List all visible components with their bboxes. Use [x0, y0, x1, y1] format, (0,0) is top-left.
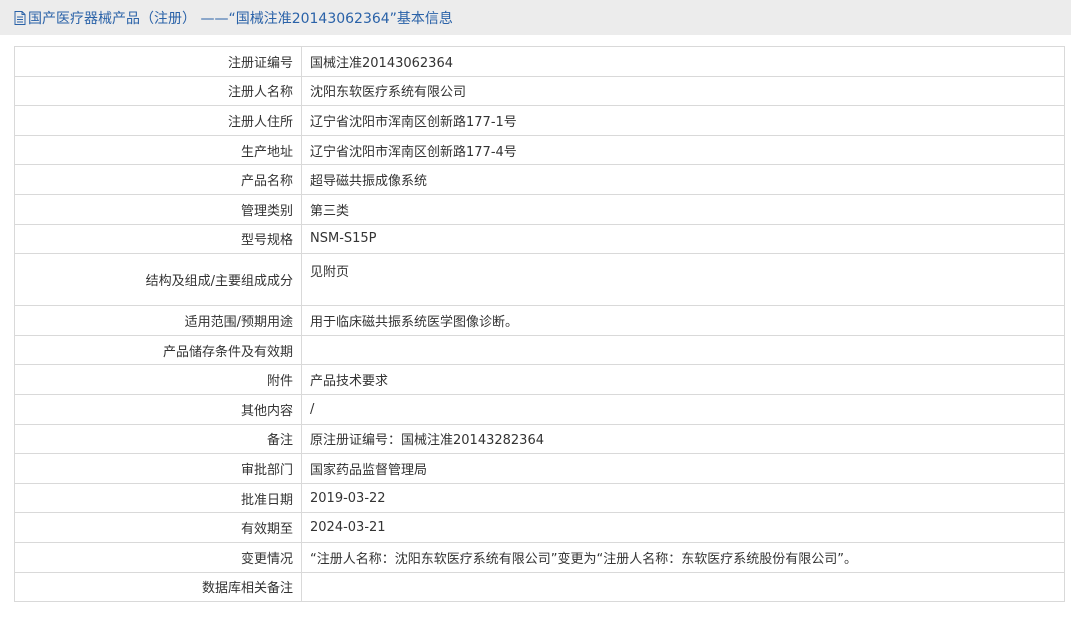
table-row: 型号规格 NSM-S15P: [14, 223, 1065, 255]
row-value: 沈阳东软医疗系统有限公司: [301, 75, 1065, 107]
table-row: 批准日期 2019-03-22: [14, 482, 1065, 514]
table-row: 管理类别 第三类: [14, 193, 1065, 225]
table-row: 备注 原注册证编号：国械注准20143282364: [14, 423, 1065, 455]
row-label: 生产地址: [14, 134, 302, 166]
table-row: 注册人住所 辽宁省沈阳市浑南区创新路177-1号: [14, 105, 1065, 136]
row-label: 变更情况: [14, 541, 302, 573]
row-label: 数据库相关备注: [14, 571, 302, 603]
row-value: “注册人名称：沈阳东软医疗系统有限公司”变更为“注册人名称：东软医疗系统股份有限…: [301, 541, 1065, 573]
table-row: 生产地址 辽宁省沈阳市浑南区创新路177-4号: [14, 134, 1065, 166]
page-header: 国产医疗器械产品（注册） ——“国械注准20143062364”基本信息: [0, 0, 1071, 35]
page: 国产医疗器械产品（注册） ——“国械注准20143062364”基本信息 注册证…: [0, 0, 1071, 631]
document-icon: [14, 10, 26, 25]
row-value: 见附页: [301, 253, 1065, 307]
table-row: 产品储存条件及有效期: [14, 334, 1065, 366]
row-label: 备注: [14, 423, 302, 455]
page-title: 国产医疗器械产品（注册） ——“国械注准20143062364”基本信息: [28, 10, 453, 27]
row-label: 适用范围/预期用途: [14, 305, 302, 336]
row-label: 批准日期: [14, 482, 302, 514]
row-value: 超导磁共振成像系统: [301, 164, 1065, 195]
row-value: 2019-03-22: [301, 482, 1065, 514]
row-label: 有效期至: [14, 512, 302, 543]
table-row: 注册人名称 沈阳东软医疗系统有限公司: [14, 75, 1065, 107]
table-row: 变更情况 “注册人名称：沈阳东软医疗系统有限公司”变更为“注册人名称：东软医疗系…: [14, 541, 1065, 573]
row-label: 注册人住所: [14, 105, 302, 136]
row-value: /: [301, 393, 1065, 425]
row-value: 第三类: [301, 193, 1065, 225]
row-label: 审批部门: [14, 453, 302, 484]
table-row: 注册证编号 国械注准20143062364: [14, 46, 1065, 77]
table-row: 适用范围/预期用途 用于临床磁共振系统医学图像诊断。: [14, 305, 1065, 336]
row-value: [301, 334, 1065, 366]
row-label: 型号规格: [14, 223, 302, 255]
info-table-wrapper: 注册证编号 国械注准20143062364 注册人名称 沈阳东软医疗系统有限公司…: [14, 46, 1065, 603]
row-value: [301, 571, 1065, 603]
row-label: 管理类别: [14, 193, 302, 225]
table-row: 审批部门 国家药品监督管理局: [14, 453, 1065, 484]
table-row: 其他内容 /: [14, 393, 1065, 425]
row-value: 国家药品监督管理局: [301, 453, 1065, 484]
row-value: 产品技术要求: [301, 364, 1065, 395]
row-value: NSM-S15P: [301, 223, 1065, 255]
table-row: 有效期至 2024-03-21: [14, 512, 1065, 543]
row-label: 产品储存条件及有效期: [14, 334, 302, 366]
table-row: 数据库相关备注: [14, 571, 1065, 603]
row-label: 注册证编号: [14, 46, 302, 77]
row-label: 结构及组成/主要组成成分: [14, 253, 302, 307]
row-label: 附件: [14, 364, 302, 395]
row-label: 产品名称: [14, 164, 302, 195]
table-row: 结构及组成/主要组成成分 见附页: [14, 253, 1065, 307]
table-row: 产品名称 超导磁共振成像系统: [14, 164, 1065, 195]
row-value: 原注册证编号：国械注准20143282364: [301, 423, 1065, 455]
row-value: 2024-03-21: [301, 512, 1065, 543]
row-value: 用于临床磁共振系统医学图像诊断。: [301, 305, 1065, 336]
row-value: 辽宁省沈阳市浑南区创新路177-1号: [301, 105, 1065, 136]
row-value: 辽宁省沈阳市浑南区创新路177-4号: [301, 134, 1065, 166]
info-table: 注册证编号 国械注准20143062364 注册人名称 沈阳东软医疗系统有限公司…: [14, 46, 1065, 603]
row-value: 国械注准20143062364: [301, 46, 1065, 77]
row-label: 其他内容: [14, 393, 302, 425]
table-row: 附件 产品技术要求: [14, 364, 1065, 395]
row-label: 注册人名称: [14, 75, 302, 107]
